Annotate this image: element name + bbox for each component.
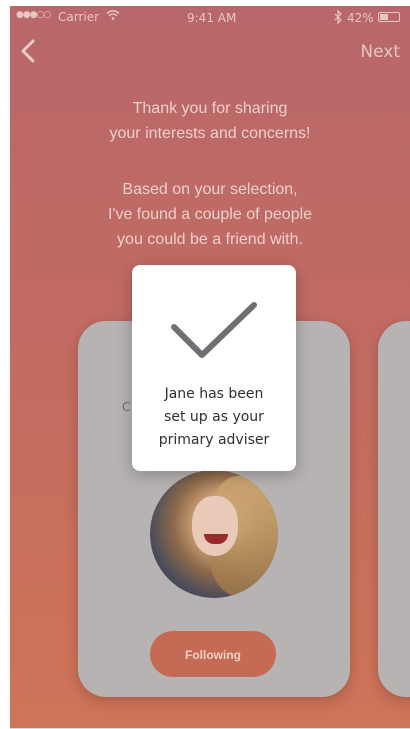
battery-percentage: 42% <box>347 11 374 25</box>
modal-line-3: primary adviser <box>158 432 270 448</box>
modal-line-1: Jane has been <box>164 386 264 402</box>
checkmark-icon <box>171 302 257 358</box>
intro-line-3: Based on your selection, <box>122 181 298 198</box>
wifi-icon <box>106 9 120 24</box>
thank-you-message: Thank you for sharing your interests and… <box>10 96 410 146</box>
screen: ●●●○○ Carrier 9:41 AM 42% Next Thank you… <box>10 6 410 728</box>
battery-icon <box>378 12 400 22</box>
intro-line-1: Thank you for sharing <box>132 100 288 117</box>
battery-fill <box>380 14 388 20</box>
avatar-face <box>192 496 238 556</box>
confirmation-modal: Jane has been set up as your primary adv… <box>132 265 296 471</box>
carrier-label: Carrier <box>58 10 100 24</box>
intro-line-4: I've found a couple of people <box>107 206 313 223</box>
avatar <box>150 470 278 598</box>
bluetooth-icon <box>334 9 343 27</box>
next-adviser-card[interactable] <box>378 321 410 697</box>
back-button[interactable] <box>14 36 44 66</box>
intro-line-5: you could be a friend with. <box>117 231 303 248</box>
signal-strength-icon: ●●●○○ <box>16 10 51 20</box>
following-button[interactable]: Following <box>150 631 276 677</box>
next-button[interactable]: Next <box>360 42 400 62</box>
confirmation-message: Jane has been set up as your primary adv… <box>132 383 296 452</box>
intro-line-2: your interests and concerns! <box>109 125 311 142</box>
modal-line-2: set up as your <box>164 409 264 425</box>
clock-time: 9:41 AM <box>187 11 237 25</box>
selection-message: Based on your selection, I've found a co… <box>10 177 410 252</box>
chevron-left-icon <box>21 39 35 63</box>
status-bar: ●●●○○ Carrier 9:41 AM 42% <box>10 6 410 28</box>
